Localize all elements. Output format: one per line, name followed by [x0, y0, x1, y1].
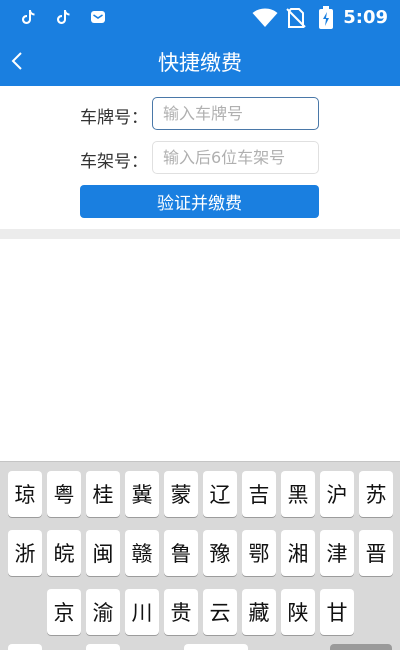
tiktok-icon — [22, 10, 35, 24]
key-qiong[interactable]: 琼 — [8, 471, 42, 517]
key-gansu[interactable]: 甘 — [320, 589, 354, 635]
key-shan[interactable]: 陕 — [281, 589, 315, 635]
key-yu[interactable]: 豫 — [203, 530, 237, 576]
key-jinxi[interactable]: 晋 — [359, 530, 393, 576]
vin-row: 车架号： — [0, 141, 400, 175]
battery-icon — [319, 6, 333, 29]
plate-input[interactable] — [152, 97, 319, 130]
verify-pay-button[interactable]: 验证并缴费 — [80, 185, 319, 218]
wifi-icon — [252, 8, 278, 27]
key-gan[interactable]: 赣 — [125, 530, 159, 576]
status-time: 5:09 — [343, 7, 388, 28]
key-lu[interactable]: 鲁 — [164, 530, 198, 576]
key-yun[interactable]: 云 — [203, 589, 237, 635]
keyboard-row-2: 浙 皖 闽 赣 鲁 豫 鄂 湘 津 晋 — [0, 530, 400, 578]
key-e[interactable]: 鄂 — [242, 530, 276, 576]
keyboard-row-3: 京 渝 川 贵 云 藏 陕 甘 — [0, 589, 400, 637]
keyboard-key-partial[interactable] — [330, 644, 392, 650]
plate-label: 车牌号： — [80, 108, 148, 128]
status-bar: 5:09 — [0, 0, 400, 36]
key-gui[interactable]: 桂 — [86, 471, 120, 517]
key-jilin[interactable]: 吉 — [242, 471, 276, 517]
no-sim-icon — [286, 8, 306, 28]
province-keyboard: 琼 粤 桂 冀 蒙 辽 吉 黑 沪 苏 浙 皖 闽 赣 鲁 豫 鄂 湘 津 晋 … — [0, 461, 400, 650]
key-jin[interactable]: 津 — [320, 530, 354, 576]
keyboard-row-1: 琼 粤 桂 冀 蒙 辽 吉 黑 沪 苏 — [0, 471, 400, 519]
section-divider — [0, 229, 400, 239]
key-wan[interactable]: 皖 — [47, 530, 81, 576]
key-su[interactable]: 苏 — [359, 471, 393, 517]
key-yue[interactable]: 粤 — [47, 471, 81, 517]
mail-app-icon — [91, 11, 105, 23]
plate-row: 车牌号： — [0, 97, 400, 131]
key-liao[interactable]: 辽 — [203, 471, 237, 517]
key-meng[interactable]: 蒙 — [164, 471, 198, 517]
key-xiang[interactable]: 湘 — [281, 530, 315, 576]
tiktok-icon — [57, 10, 70, 24]
key-zang[interactable]: 藏 — [242, 589, 276, 635]
keyboard-key-partial[interactable] — [8, 644, 42, 650]
vin-input[interactable] — [152, 141, 319, 174]
key-hu[interactable]: 沪 — [320, 471, 354, 517]
key-hei[interactable]: 黑 — [281, 471, 315, 517]
keyboard-key-partial[interactable] — [86, 644, 120, 650]
keyboard-row-4-partial — [0, 644, 400, 650]
page-title: 快捷缴费 — [158, 51, 242, 75]
payment-form: 车牌号： 车架号： 验证并缴费 — [0, 86, 400, 229]
key-ji[interactable]: 冀 — [125, 471, 159, 517]
key-guizh[interactable]: 贵 — [164, 589, 198, 635]
key-jing[interactable]: 京 — [47, 589, 81, 635]
app-header: 快捷缴费 — [0, 36, 400, 86]
key-chuan[interactable]: 川 — [125, 589, 159, 635]
key-yuchq[interactable]: 渝 — [86, 589, 120, 635]
key-min[interactable]: 闽 — [86, 530, 120, 576]
keyboard-key-partial[interactable] — [184, 644, 248, 650]
key-zhe[interactable]: 浙 — [8, 530, 42, 576]
vin-label: 车架号： — [80, 152, 148, 172]
